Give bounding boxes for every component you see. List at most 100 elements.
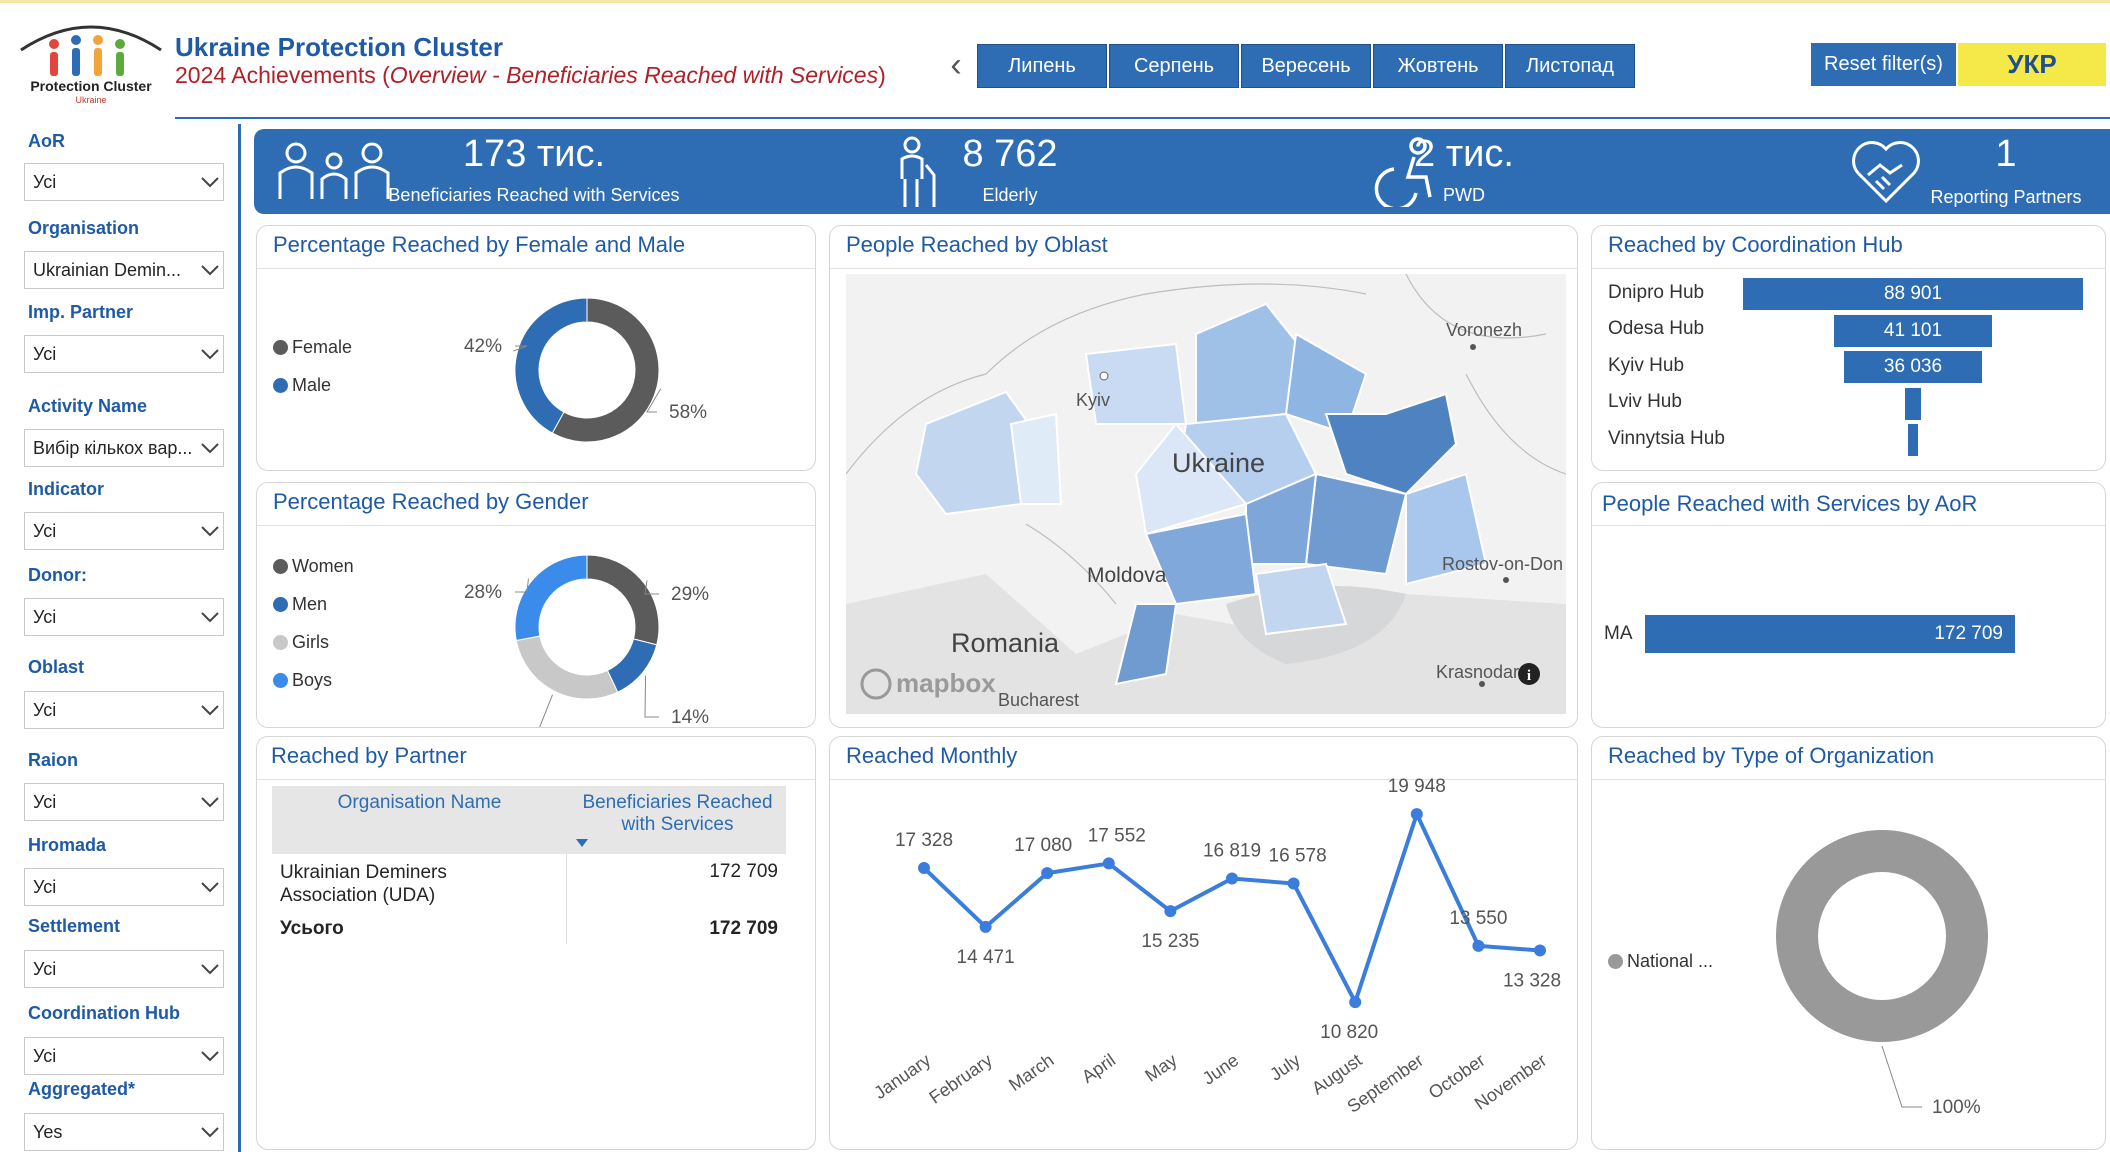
filter-select-organisation[interactable]: Ukrainian Demin... bbox=[24, 251, 224, 289]
data-label: 16 578 bbox=[1269, 845, 1327, 866]
filter-select-settlement[interactable]: Усі bbox=[24, 950, 224, 988]
data-point[interactable] bbox=[979, 920, 992, 933]
filter-select-imp-partner[interactable]: Усі bbox=[24, 335, 224, 373]
header-divider bbox=[175, 117, 2110, 119]
logo-subtext: Ukraine bbox=[75, 95, 107, 105]
hub-bar[interactable] bbox=[1905, 388, 1921, 420]
x-tick-label: March bbox=[1005, 1050, 1057, 1095]
legend-item-female[interactable]: Female bbox=[273, 337, 352, 358]
chevron-down-icon bbox=[201, 349, 219, 360]
chevron-down-icon bbox=[201, 177, 219, 188]
filter-select-raion[interactable]: Усі bbox=[24, 783, 224, 821]
filter-select-activity-name[interactable]: Вибір кількох вар... bbox=[24, 429, 224, 467]
data-label: 29% bbox=[671, 584, 709, 605]
data-point[interactable] bbox=[918, 862, 930, 875]
top-accent-line bbox=[0, 0, 2110, 3]
filter-select-coordination-hub[interactable]: Усі bbox=[24, 1037, 224, 1075]
legend-item-men[interactable]: Men bbox=[273, 594, 327, 615]
data-point[interactable] bbox=[1534, 944, 1546, 957]
mapbox-logo[interactable]: mapbox bbox=[896, 668, 996, 699]
table-total-label: Усього bbox=[280, 918, 344, 939]
panel-org-type: Reached by Type of Organization National… bbox=[1591, 736, 2106, 1150]
data-point[interactable] bbox=[1472, 939, 1485, 952]
filter-select-oblast[interactable]: Усі bbox=[24, 691, 224, 729]
filter-select-hromada[interactable]: Усі bbox=[24, 868, 224, 906]
map-label-romania: Romania bbox=[951, 628, 1060, 658]
data-label: 13 328 bbox=[1503, 970, 1561, 991]
month-button-october[interactable]: Жовтень bbox=[1373, 44, 1503, 88]
data-point[interactable] bbox=[1349, 996, 1362, 1009]
data-label: 19 948 bbox=[1388, 776, 1446, 797]
dashboard-subtitle: 2024 Achievements (Overview - Beneficiar… bbox=[175, 62, 886, 88]
partner-table-header: Organisation Name Beneficiaries Reached … bbox=[272, 786, 786, 854]
filter-label-activity-name: Activity Name bbox=[28, 396, 148, 416]
previous-months-chevron-icon[interactable]: ‹ bbox=[942, 48, 970, 88]
legend-item-women[interactable]: Women bbox=[273, 556, 354, 577]
donut-slice[interactable] bbox=[514, 554, 588, 642]
language-toggle-button[interactable]: УКР bbox=[1958, 43, 2106, 86]
handshake-heart-icon bbox=[1852, 141, 1920, 204]
legend-item-national[interactable]: National ... bbox=[1608, 951, 1713, 972]
donut-slice[interactable] bbox=[1776, 830, 1988, 1042]
filter-label-hromada: Hromada bbox=[28, 835, 107, 855]
hub-bar[interactable] bbox=[1908, 424, 1918, 456]
kpi-banner: 173 тис. Beneficiaries Reached with Serv… bbox=[254, 129, 2110, 214]
filter-label-aor: AoR bbox=[28, 131, 65, 151]
map-label-bucharest: Bucharest bbox=[998, 690, 1080, 710]
month-button-july[interactable]: Липень bbox=[977, 44, 1107, 88]
data-point[interactable] bbox=[1410, 808, 1423, 821]
family-icon bbox=[278, 142, 390, 199]
donut-chart-female-male: 58% 42% bbox=[464, 297, 707, 443]
filter-label-coordination-hub: Coordination Hub bbox=[28, 1003, 180, 1023]
x-tick-label: July bbox=[1266, 1050, 1304, 1085]
reset-filters-button[interactable]: Reset filter(s) bbox=[1811, 43, 1956, 86]
donut-slice[interactable] bbox=[586, 554, 660, 646]
data-point[interactable] bbox=[1287, 877, 1300, 890]
aor-bar[interactable]: 172 709 bbox=[1645, 615, 2015, 653]
data-point[interactable] bbox=[1164, 905, 1177, 918]
chevron-down-icon bbox=[201, 1051, 219, 1062]
data-label: 58% bbox=[669, 402, 707, 423]
month-button-august[interactable]: Серпень bbox=[1109, 44, 1239, 88]
filter-label-aggregated: Aggregated* bbox=[28, 1079, 136, 1099]
oblast-choropleth-map[interactable]: i Voronezh Kyiv Ukraine Moldova Romania … bbox=[846, 274, 1566, 714]
chevron-down-icon bbox=[201, 882, 219, 893]
kpi-label-elderly: Elderly bbox=[982, 185, 1038, 205]
sidebar-divider bbox=[238, 124, 241, 1152]
column-header-organisation[interactable]: Organisation Name bbox=[272, 792, 567, 814]
panel-coordination-hub: Reached by Coordination Hub Dnipro Hub O… bbox=[1591, 225, 2106, 471]
panel-gender: Percentage Reached by Gender Women Men G… bbox=[256, 482, 816, 728]
legend-item-girls[interactable]: Girls bbox=[273, 632, 329, 653]
data-label: 100% bbox=[1932, 1097, 1981, 1118]
chevron-down-icon bbox=[201, 964, 219, 975]
x-tick-label: April bbox=[1078, 1050, 1119, 1087]
protection-cluster-logo: Protection Cluster Ukraine bbox=[16, 12, 166, 108]
data-point[interactable] bbox=[1226, 872, 1238, 885]
chevron-down-icon bbox=[201, 443, 219, 454]
hub-bar[interactable]: 88 901 bbox=[1743, 278, 2083, 310]
hub-bar[interactable]: 36 036 bbox=[1844, 351, 1982, 383]
map-label-rostov: Rostov-on-Don bbox=[1442, 554, 1564, 574]
donut-slice[interactable] bbox=[514, 297, 588, 434]
hub-bar[interactable]: 41 101 bbox=[1834, 315, 1992, 347]
donut-chart-org-type: 100% bbox=[1776, 830, 1988, 1118]
column-header-beneficiaries[interactable]: Beneficiaries Reached with Services bbox=[569, 792, 786, 836]
data-point[interactable] bbox=[1041, 867, 1054, 880]
filter-label-imp-partner: Imp. Partner bbox=[28, 302, 134, 322]
sort-descending-icon[interactable] bbox=[575, 838, 589, 848]
leader-line bbox=[539, 694, 553, 727]
filter-select-aor[interactable]: Усі bbox=[24, 163, 224, 201]
donut-slice[interactable] bbox=[515, 635, 619, 700]
filter-select-aggregated[interactable]: Yes bbox=[24, 1113, 224, 1151]
filter-select-donor[interactable]: Усі bbox=[24, 598, 224, 636]
donut-slice[interactable] bbox=[606, 638, 658, 693]
legend-item-male[interactable]: Male bbox=[273, 375, 331, 396]
data-point[interactable] bbox=[1102, 857, 1115, 870]
filter-select-indicator[interactable]: Усі bbox=[24, 512, 224, 550]
month-button-september[interactable]: Вересень bbox=[1241, 44, 1371, 88]
aor-bars: 172 709 bbox=[1592, 483, 2105, 727]
month-button-november[interactable]: Листопад bbox=[1505, 44, 1635, 88]
table-total-value: 172 709 bbox=[709, 918, 778, 939]
kpi-label-beneficiaries: Beneficiaries Reached with Services bbox=[388, 185, 680, 205]
legend-item-boys[interactable]: Boys bbox=[273, 670, 332, 691]
